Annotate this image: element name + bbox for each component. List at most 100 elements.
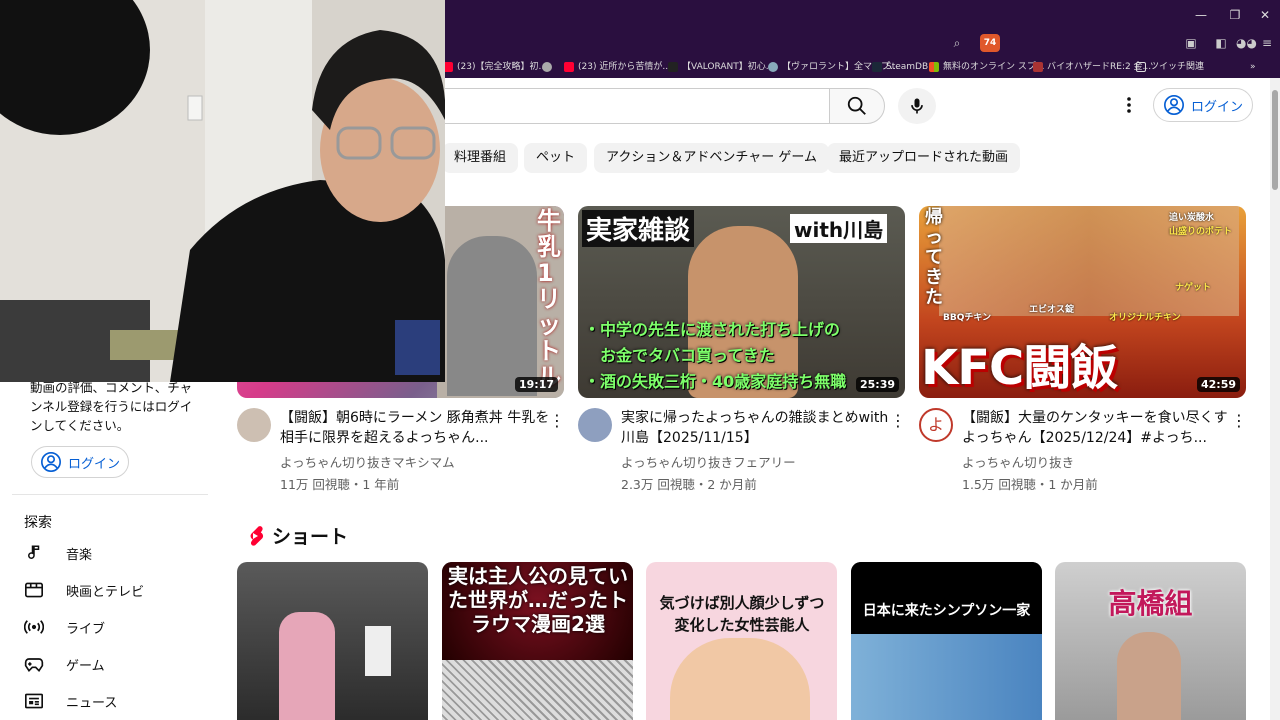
site-icon xyxy=(768,62,778,72)
bookmark-item[interactable] xyxy=(542,59,552,75)
search-input[interactable] xyxy=(440,88,830,124)
channel-name[interactable]: よっちゃん切り抜き xyxy=(962,452,1074,471)
thumbnail-caption: ナゲット xyxy=(1175,283,1212,293)
glasses-icon[interactable]: ◕◕ xyxy=(1236,34,1257,52)
settings-menu-button[interactable] xyxy=(1118,94,1140,116)
thumbnail-caption: with川島 xyxy=(790,214,888,243)
music-note-icon xyxy=(24,543,44,563)
channel-avatar[interactable] xyxy=(237,408,271,442)
channel-avatar[interactable]: よ xyxy=(919,408,953,442)
steam-icon xyxy=(872,62,882,72)
short-thumbnail[interactable]: 実は主人公の見ていた世界が…だったトラウマ漫画2選 xyxy=(442,562,633,720)
video-duration: 42:59 xyxy=(1196,377,1240,392)
sidebar-item-gaming[interactable]: ゲーム xyxy=(24,649,105,679)
bookmark-item[interactable]: (23)【完全攻略】初... xyxy=(443,59,547,75)
thumbnail-caption: エビオス錠 xyxy=(1029,305,1075,315)
folder-icon xyxy=(1136,62,1146,72)
site-icon xyxy=(1033,62,1043,72)
channel-name[interactable]: よっちゃん切り抜きマキシマム xyxy=(280,452,455,471)
thumbnail-caption: BBQチキン xyxy=(943,313,992,323)
thumbnail-caption: お金でタバコ買ってきた xyxy=(600,346,775,365)
thumbnail-person-image xyxy=(279,612,335,720)
thumbnail-person-image xyxy=(1117,632,1181,720)
sidebar-item-music[interactable]: 音楽 xyxy=(24,538,92,568)
short-caption: 高橋組 xyxy=(1108,587,1193,620)
account-icon xyxy=(1164,95,1184,115)
voice-search-button[interactable] xyxy=(898,88,936,124)
minimize-icon[interactable]: — xyxy=(1192,6,1210,24)
bookmark-item[interactable]: SteamDB xyxy=(872,59,928,75)
bookmark-item[interactable]: 【VALORANT】初心... xyxy=(668,59,774,75)
bookmark-item[interactable]: 無料のオンライン スプ... xyxy=(929,59,1044,75)
video-title[interactable]: 【闘飯】大量のケンタッキーを食い尽くすよっちゃん【2025/12/24】#よっち… xyxy=(962,408,1232,448)
restore-icon[interactable]: ❐ xyxy=(1226,6,1244,24)
video-title[interactable]: 【闘飯】朝6時にラーメン 豚角煮丼 牛乳を相手に限界を超えるよっちゃん... xyxy=(280,408,550,448)
account-icon xyxy=(41,452,61,472)
video-thumbnail[interactable]: 帰ってきた KFC闘飯 BBQチキン エビオス錠 オリジナルチキン ナゲット 追… xyxy=(919,206,1246,398)
menu-icon[interactable]: ≡ xyxy=(1258,34,1276,52)
short-thumbnail[interactable] xyxy=(237,562,428,720)
video-duration: 19:17 xyxy=(514,377,558,392)
film-icon xyxy=(24,580,44,600)
bookmark-item[interactable]: バイオハザードRE:2 金... xyxy=(1033,59,1151,75)
video-menu-icon[interactable]: ⋮ xyxy=(549,411,565,431)
chip-action-adventure[interactable]: アクション＆アドベンチャー ゲーム xyxy=(594,143,829,173)
live-broadcast-icon xyxy=(24,617,44,637)
chip-pets[interactable]: ペット xyxy=(524,143,588,173)
thumbnail-caption: 帰ってきた xyxy=(925,207,943,308)
vertical-dots-icon xyxy=(1127,97,1131,113)
search-button[interactable] xyxy=(829,88,885,124)
shield-badge[interactable]: 74 xyxy=(980,34,1000,52)
video-menu-icon[interactable]: ⋮ xyxy=(890,411,906,431)
shorts-logo-icon xyxy=(250,525,264,546)
thumbnail-caption: 追い炭酸水 xyxy=(1169,213,1215,223)
thumbnail-caption: 実家雑談 xyxy=(582,210,695,247)
sidebar-divider xyxy=(12,494,208,495)
sidebar-item-news[interactable]: ニュース xyxy=(24,686,117,716)
header-login-button[interactable]: ログイン xyxy=(1153,88,1253,122)
short-thumbnail[interactable]: 気づけば別人顔少しずつ変化した女性芸能人 xyxy=(646,562,837,720)
globe-icon xyxy=(542,62,552,72)
zoom-icon[interactable]: ⌕ xyxy=(948,34,966,52)
chip-recently-uploaded[interactable]: 最近アップロードされた動画 xyxy=(827,143,1021,173)
video-meta: 1.5万 回視聴・1 か月前 xyxy=(962,477,1098,492)
thumbnail-caption: ・中学の先生に渡された打ち上げの xyxy=(584,320,841,339)
sidebar-login-notice: 動画の評価、コメント、チャンネル登録を行うにはログインしてください。 xyxy=(30,380,193,433)
channel-avatar[interactable] xyxy=(578,408,612,442)
thumbnail-caption: 牛乳1リットル xyxy=(537,207,561,390)
scrollbar-thumb[interactable] xyxy=(1272,90,1278,190)
channel-name[interactable]: よっちゃん切り抜きフェアリー xyxy=(621,452,796,471)
newspaper-icon xyxy=(24,691,44,711)
thumbnail-caption-bar xyxy=(851,562,1042,634)
gamepad-icon xyxy=(24,654,44,674)
valorant-icon xyxy=(668,62,678,72)
sidebar-item-movies[interactable]: 映画とテレビ xyxy=(24,575,144,605)
thumbnail-cartoon-image xyxy=(851,634,1042,720)
more-bookmarks-icon[interactable]: » xyxy=(1250,59,1256,75)
short-caption: 日本に来たシンプソン一家 xyxy=(862,603,1031,619)
short-thumbnail[interactable]: 高橋組 xyxy=(1055,562,1246,720)
bookmark-folder[interactable]: ツイッチ関連 xyxy=(1136,59,1204,75)
close-icon[interactable]: ✕ xyxy=(1256,6,1274,24)
thumbnail-caption: 山盛りのポテト xyxy=(1169,227,1233,237)
search-icon xyxy=(847,96,866,115)
thumbnail-sign-image xyxy=(365,626,391,676)
sidebar-login-button[interactable]: ログイン xyxy=(31,446,129,478)
video-meta: 2.3万 回視聴・2 か月前 xyxy=(621,477,757,492)
chip-cooking[interactable]: 料理番組 xyxy=(442,143,519,173)
short-caption: 気づけば別人顔少しずつ変化した女性芸能人 xyxy=(659,594,825,634)
short-caption: 実は主人公の見ていた世界が…だったトラウマ漫画2選 xyxy=(448,564,628,636)
screenshot-icon[interactable]: ▣ xyxy=(1182,34,1200,52)
sidebar-item-live[interactable]: ライブ xyxy=(24,612,105,642)
short-thumbnail[interactable]: 日本に来たシンプソン一家 xyxy=(851,562,1042,720)
avatar-glyph: よ xyxy=(927,415,944,434)
webcam-person-image xyxy=(0,0,445,382)
video-title[interactable]: 実家に帰ったよっちゃんの雑談まとめwith川島【2025/11/15】 xyxy=(621,408,891,448)
video-thumbnail[interactable]: 実家雑談 with川島 ・中学の先生に渡された打ち上げの お金でタバコ買ってきた… xyxy=(578,206,905,398)
thumbnail-manga-image xyxy=(442,660,633,720)
sidebar-icon[interactable]: ◧ xyxy=(1212,34,1230,52)
video-menu-icon[interactable]: ⋮ xyxy=(1231,411,1247,431)
bookmark-item[interactable]: (23) 近所から苦情が... xyxy=(564,59,671,75)
sidebar-section-heading: 探索 xyxy=(24,515,52,531)
thumbnail-person-image xyxy=(670,638,810,720)
